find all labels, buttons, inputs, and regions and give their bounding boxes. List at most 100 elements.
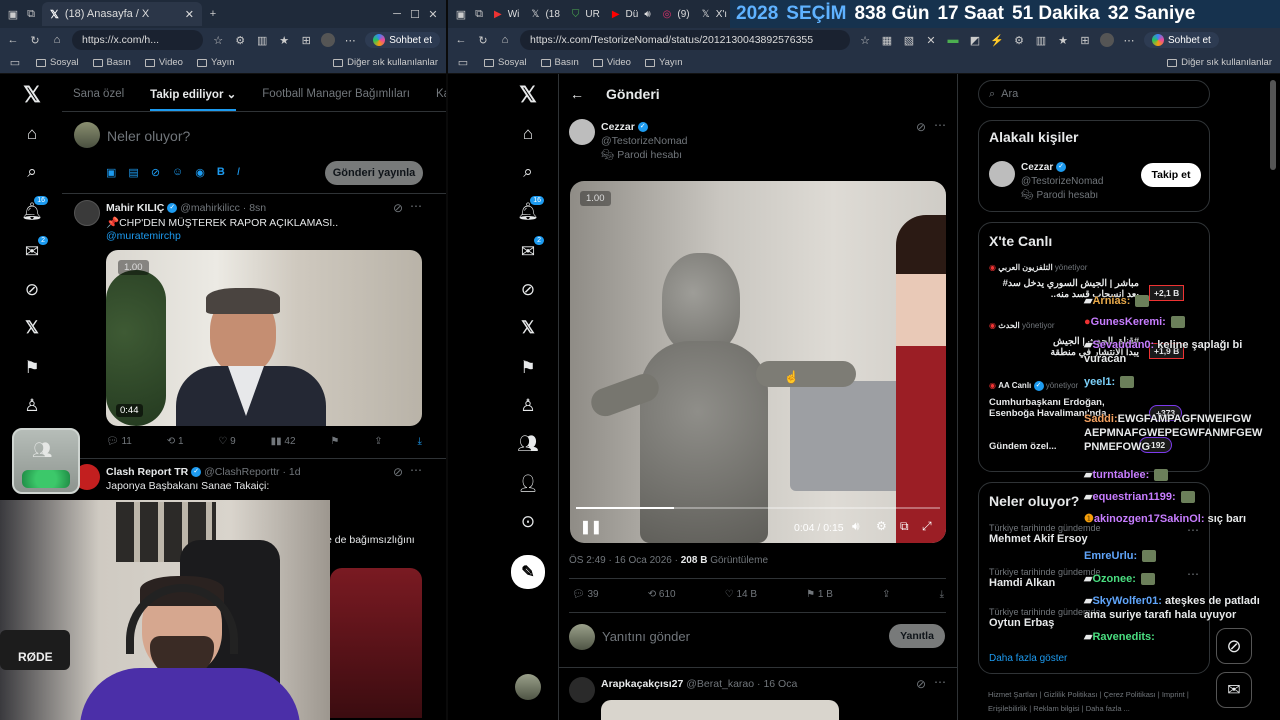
close-window-icon[interactable]: ✕ [426,7,440,21]
bookmarks-nav-icon[interactable]: ⚑ [20,356,44,380]
pip-icon[interactable]: ⧉ [900,519,909,534]
x-logo-icon[interactable]: 𝕏 [20,82,44,107]
favorites-bar-icon[interactable]: ★ [277,33,291,47]
post2-media[interactable] [330,568,422,718]
messages-nav-icon[interactable]: ✉ 2 [20,236,48,264]
tab-xi[interactable]: 𝕏 X'ı [698,2,731,26]
refresh-icon[interactable]: ↻ [28,33,42,47]
post-more-icon[interactable]: ⋯ [934,118,946,132]
favorites-bar-icon[interactable]: ★ [1056,33,1070,47]
grok-post-icon[interactable]: ⊘ [393,465,403,479]
post2-name[interactable]: Clash Report TR [106,466,188,478]
collections-icon[interactable]: ⊞ [1078,33,1092,47]
gif-icon[interactable]: ▤ [128,166,138,179]
post1-mention[interactable]: @muratemirchp [106,230,181,242]
tab-du[interactable]: ▶ Dü 🔊︎ [608,2,655,26]
bookmark-video[interactable]: Video [144,57,183,68]
profile-nav-icon[interactable]: 👤︎ [516,472,540,496]
related-handle[interactable]: @TestorizeNomad [1021,175,1103,189]
location-icon[interactable]: ◉ [195,166,205,179]
tab-kardesler[interactable]: Kardeşle [436,88,446,100]
bold-icon[interactable]: B [217,166,225,179]
tab-actions-icon[interactable]: ⧉ [24,7,38,21]
right-copilot-button[interactable]: Sohbet et [1144,32,1219,48]
download-icon[interactable]: ⤓ [418,436,422,447]
next-post-avatar[interactable] [569,677,595,703]
tab-x18[interactable]: 𝕏 (18 [527,2,564,26]
bookmark-video[interactable]: Video [592,57,631,68]
compose-input[interactable]: Neler oluyor? [107,128,190,144]
account-avatar[interactable] [515,674,541,700]
reply-button[interactable]: Yanıtla [889,624,945,648]
like-action[interactable]: ♡ 14 B [725,589,757,600]
reply-action[interactable]: 💬︎ 39 [572,589,599,600]
post1-time[interactable]: · 8sn [243,202,266,214]
ext2-icon[interactable]: ▧ [902,33,916,47]
post1-handle[interactable]: @mahirkilicc [180,202,240,214]
tab-actions-icon[interactable]: ⧉ [472,7,486,21]
right-url-field[interactable]: https://x.com/TestorizeNomad/status/2012… [520,30,850,50]
ext3-icon[interactable]: ✕ [924,33,938,47]
ext6-icon[interactable]: ⚡ [990,33,1004,47]
bookmark-app-icon[interactable]: ▭ [8,56,22,70]
maximize-icon[interactable]: ☐ [408,7,422,21]
fullscreen-icon[interactable]: ⤢ [922,519,932,534]
footer-link[interactable]: Hizmet Şartları [988,690,1038,699]
scrollbar[interactable] [1270,80,1276,170]
collections-icon[interactable]: ⊞ [299,33,313,47]
new-tab-icon[interactable]: + [206,7,220,21]
author-name[interactable]: Cezzar [601,121,635,133]
bookmark-icon[interactable]: ⚑ [330,436,339,447]
follow-button[interactable]: Takip et [1141,163,1201,187]
bookmark-app-icon[interactable]: ▭ [456,56,470,70]
home-nav-icon[interactable]: ⌂ [20,122,44,146]
compose-avatar[interactable] [74,122,100,148]
post1-video[interactable]: 1.00 0:44 [106,250,422,426]
pause-icon[interactable]: ❚❚ [580,519,602,535]
share-icon[interactable]: ⇪ [374,436,382,447]
home-icon[interactable]: ⌂ [50,33,64,47]
grok-post-icon[interactable]: ⊘ [916,120,926,134]
more-icon[interactable]: ⋯ [343,33,357,47]
post-more-icon[interactable]: ⋯ [934,675,946,689]
other-bookmarks[interactable]: Diğer sık kullanılanlar [333,57,438,68]
more-nav-icon[interactable]: ⊙ [516,510,540,534]
post1-avatar[interactable] [74,200,100,226]
bookmark-yayin[interactable]: Yayın [644,57,683,68]
repost-action[interactable]: ⟲ 1 [167,436,184,447]
search-nav-icon[interactable]: ⌕ [20,160,44,184]
bookmark-basin[interactable]: Basın [92,57,131,68]
other-bookmarks[interactable]: Diğer sık kullanılanlar [1167,57,1272,68]
profile-avatar-icon[interactable] [321,33,336,47]
grok-icon[interactable]: ⊘ [151,166,160,179]
tab-ur[interactable]: ⛉ UR [568,2,604,26]
reply-avatar[interactable] [569,624,595,650]
post1-name[interactable]: Mahir KILIÇ [106,202,164,214]
next-post-time[interactable]: · 16 Oca [757,678,797,690]
tab-football-manager[interactable]: Football Manager Bağımlıları [262,88,410,100]
search-nav-icon[interactable]: ⌕ [516,160,540,184]
reply-input[interactable]: Yanıtını gönder [602,629,690,644]
split-icon[interactable]: ▥ [1034,33,1048,47]
like-action[interactable]: ♡ 9 [218,436,235,447]
favorite-icon[interactable]: ☆ [211,33,225,47]
related-name[interactable]: Cezzar [1021,162,1053,173]
window-menu-icon[interactable]: ▣ [454,7,468,21]
search-box[interactable]: ⌕ Ara [978,80,1210,108]
image-icon[interactable]: ▣ [106,166,116,179]
split-icon[interactable]: ▥ [255,33,269,47]
post-timestamp[interactable]: ÖS 2:49 · 16 Oca 2026 · [569,555,678,566]
messages-float-button[interactable]: ✉ [1216,672,1252,708]
related-avatar[interactable] [989,161,1015,187]
bookmarks-nav-icon[interactable]: ⚑ [516,356,540,380]
extensions-icon[interactable]: ⚙ [233,33,247,47]
left-url-field[interactable]: https://x.com/h... [72,30,204,50]
grok-nav-icon[interactable]: ⊘ [20,278,44,302]
bookmark-sosyal[interactable]: Sosyal [484,57,527,68]
left-copilot-button[interactable]: Sohbet et [365,32,440,48]
jobs-nav-icon[interactable]: ♙ [516,394,540,418]
profile-avatar-icon[interactable] [1100,33,1114,47]
notifications-nav-icon[interactable]: 🔔︎ 16 [20,196,48,224]
post2-time[interactable]: · 1d [282,466,300,478]
next-post-handle[interactable]: @Berat_karao [686,678,754,690]
